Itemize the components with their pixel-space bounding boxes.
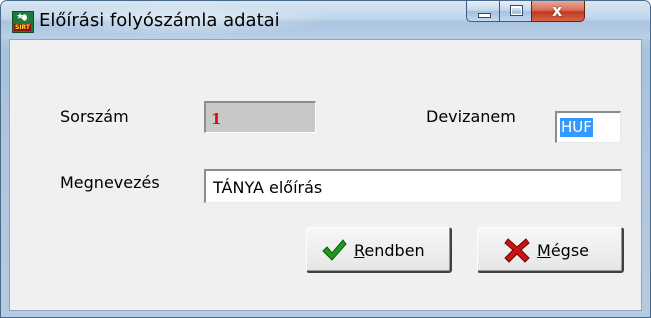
devizanem-label: Devizanem <box>426 107 516 126</box>
cancel-button-label-rest: égse <box>550 241 589 260</box>
ok-button-label: Rendben <box>354 241 425 260</box>
window-title: Előírási folyószámla adatai <box>39 10 280 31</box>
devizanem-value: HUF <box>560 118 593 137</box>
close-icon: x <box>552 1 563 20</box>
cancel-button-mnemonic: M <box>537 241 551 260</box>
title-bar[interactable]: ★ SIRT Előírási folyószámla adatai x <box>1 1 650 39</box>
close-button[interactable]: x <box>531 1 585 22</box>
sorszam-field: 1 <box>204 101 316 133</box>
app-icon-moon <box>22 14 29 21</box>
sorszam-label: Sorszám <box>60 107 129 126</box>
dialog-window: ★ SIRT Előírási folyószámla adatai x Sor… <box>0 0 651 318</box>
ok-button[interactable]: Rendben <box>306 227 452 273</box>
cancel-button[interactable]: Mégse <box>477 227 624 273</box>
cross-icon <box>504 238 530 263</box>
devizanem-field[interactable]: HUF <box>555 111 621 143</box>
maximize-button[interactable] <box>499 1 532 22</box>
app-icon-text: SIRT <box>14 24 31 31</box>
sorszam-value: 1 <box>211 110 222 128</box>
minimize-button[interactable] <box>466 1 500 22</box>
megnevezes-label: Megnevezés <box>60 173 160 192</box>
app-icon[interactable]: ★ SIRT <box>12 11 34 33</box>
megnevezes-value: TÁNYA előírás <box>213 178 323 197</box>
minimize-icon <box>478 13 491 18</box>
dialog-body: Sorszám 1 Devizanem HUF Megnevezés TÁNYA… <box>9 39 642 311</box>
ok-button-mnemonic: R <box>354 241 365 260</box>
ok-button-label-rest: endben <box>364 241 425 260</box>
checkmark-icon <box>322 239 347 261</box>
maximize-icon <box>510 5 523 16</box>
cancel-button-label: Mégse <box>537 241 589 260</box>
window-controls: x <box>466 1 640 23</box>
megnevezes-field[interactable]: TÁNYA előírás <box>204 169 622 203</box>
